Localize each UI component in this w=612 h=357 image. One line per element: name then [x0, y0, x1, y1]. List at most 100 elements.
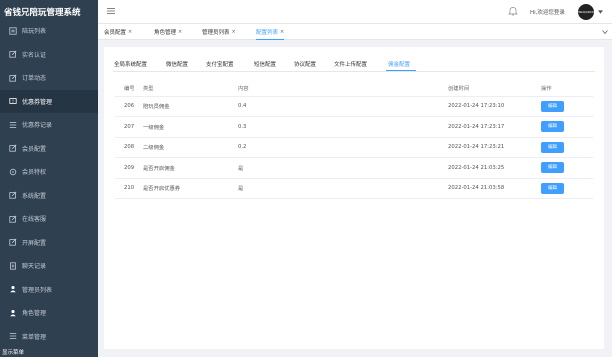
table-row: 210 是否开启优惠券 是 2022-01-24 21:03:58 编辑	[115, 178, 593, 199]
show-menu-toggle[interactable]: 显示菜单	[2, 348, 24, 356]
commission-table: 编号 类型 内容 创建时间 操作 206 陪玩员佣金 0.4 2022-01-2…	[115, 81, 593, 199]
sidebar-item-label: 系统配置	[22, 192, 47, 200]
edit-icon	[8, 238, 17, 247]
sidebar-item-label: 优惠券管理	[22, 98, 53, 106]
subtab-wechat[interactable]: 微信配置	[166, 60, 188, 68]
tab-config-list[interactable]: 配置列表 ×	[256, 24, 285, 40]
cell-content: 0.2	[238, 137, 448, 158]
edit-icon	[8, 214, 17, 223]
edit-icon	[8, 144, 17, 153]
table-header-row: 编号 类型 内容 创建时间 操作	[115, 81, 593, 97]
user-icon	[8, 285, 17, 294]
sidebar-item-label: 聊天记录	[22, 263, 47, 271]
sidebar-item-label: 陪玩列表	[22, 28, 47, 36]
avatar[interactable]: SHENGQIANXIONG	[573, 4, 599, 20]
sidebar-item-role-management[interactable]: 角色管理	[0, 301, 98, 325]
sidebar-item-label: 会员配置	[22, 145, 47, 153]
tab-label: 配置列表	[256, 29, 279, 36]
sidebar-item-member-config[interactable]: 会员配置	[0, 137, 98, 161]
header-content: 内容	[238, 81, 448, 97]
close-icon[interactable]: ×	[178, 29, 182, 35]
close-icon[interactable]: ×	[232, 29, 236, 35]
close-icon[interactable]: ×	[280, 29, 284, 35]
tab-label: 角色管理	[154, 30, 177, 36]
avatar-text: SHENGQIANXIONG	[572, 10, 600, 14]
sidebar-item-label: 角色管理	[22, 310, 47, 318]
cell-id: 209	[115, 157, 143, 179]
cell-created-time: 2022-01-24 17:23:10	[448, 96, 541, 117]
sidebar-item-companion-list[interactable]: 陪玩列表	[0, 19, 98, 43]
subtab-global[interactable]: 全局系统配置	[114, 60, 147, 68]
edit-icon	[8, 73, 17, 82]
sidebar-item-member-privilege[interactable]: 会员特权	[0, 160, 98, 184]
list-icon	[8, 26, 17, 35]
sidebar-item-order-feed[interactable]: 订单动态	[0, 66, 98, 90]
sidebar: 省钱兄陪玩管理系统 陪玩列表 实名认证 订单动态 优惠券管理 优惠券记录 会员配…	[0, 0, 98, 357]
cell-type: 陪玩员佣金	[143, 96, 238, 117]
subtab-sms[interactable]: 短信配置	[254, 60, 276, 68]
subtab-agreement[interactable]: 协议配置	[294, 60, 316, 68]
cell-action: 编辑	[541, 96, 593, 117]
sidebar-item-splash-config[interactable]: 开屏配置	[0, 231, 98, 255]
subtab-commission[interactable]: 佣金配置	[388, 60, 410, 68]
tab-label: 会员配置	[104, 30, 127, 36]
tab-member-config[interactable]: 会员配置 ×	[104, 24, 132, 40]
edit-icon	[8, 50, 17, 59]
bell-icon[interactable]	[508, 6, 518, 16]
sidebar-item-menu-management[interactable]: 菜单管理	[0, 325, 98, 349]
cell-action: 编辑	[541, 137, 593, 158]
sidebar-item-label: 实名认证	[22, 51, 47, 59]
close-icon[interactable]: ×	[128, 29, 132, 35]
sidebar-item-label: 优惠券记录	[22, 122, 53, 130]
table-row: 209 是否开启佣金 是 2022-01-24 21:03:25 编辑	[115, 157, 593, 179]
sidebar-item-coupon-records[interactable]: 优惠券记录	[0, 113, 98, 137]
sidebar-item-chat-records[interactable]: 聊天记录	[0, 254, 98, 278]
ticket-icon	[8, 97, 17, 106]
edit-button[interactable]: 编辑	[541, 162, 564, 174]
header-id: 编号	[115, 81, 143, 97]
chevron-down-icon[interactable]	[602, 29, 608, 35]
sidebar-item-coupon-management[interactable]: 优惠券管理	[0, 89, 98, 113]
subtab-upload[interactable]: 文件上传配置	[334, 60, 367, 68]
subtabs-divider	[113, 71, 595, 72]
sidebar-item-system-config[interactable]: 系统配置	[0, 184, 98, 208]
tab-admin-list[interactable]: 管理员列表 ×	[202, 24, 236, 40]
sidebar-item-admin-list[interactable]: 管理员列表	[0, 278, 98, 302]
sidebar-item-label: 开屏配置	[22, 239, 47, 247]
chevron-down-icon[interactable]	[598, 10, 603, 14]
gift-icon	[8, 167, 17, 176]
cell-type: 是否开启佣金	[143, 157, 238, 179]
edit-icon	[8, 191, 17, 200]
edit-button[interactable]: 编辑	[541, 182, 564, 194]
sidebar-item-label: 订单动态	[22, 75, 47, 83]
top-header: Hi,欢迎您登录 SHENGQIANXIONG	[98, 0, 612, 24]
cell-id: 208	[115, 137, 143, 158]
sidebar-item-real-name[interactable]: 实名认证	[0, 43, 98, 67]
sidebar-item-label: 在线客服	[22, 216, 47, 224]
header-created-time: 创建时间	[448, 81, 541, 97]
list-icon	[8, 332, 17, 341]
tab-role-management[interactable]: 角色管理 ×	[154, 24, 182, 40]
subtab-alipay[interactable]: 支付宝配置	[206, 60, 234, 68]
tabs-bar: 会员配置 × 角色管理 × 管理员列表 × 配置列表 ×	[98, 24, 612, 40]
hamburger-icon[interactable]	[107, 7, 115, 15]
cell-id: 207	[115, 116, 143, 138]
sidebar-item-online-service[interactable]: 在线客服	[0, 207, 98, 231]
tab-label: 管理员列表	[202, 30, 230, 36]
config-card: 全局系统配置 微信配置 支付宝配置 短信配置 协议配置 文件上传配置 佣金配置 …	[104, 47, 604, 349]
sidebar-item-label: 管理员列表	[22, 286, 53, 294]
welcome-text: Hi,欢迎您登录	[530, 10, 565, 16]
table-row: 206 陪玩员佣金 0.4 2022-01-24 17:23:10 编辑	[115, 96, 593, 117]
table-row: 207 一级佣金 0.3 2022-01-24 17:23:17 编辑	[115, 116, 593, 138]
edit-button[interactable]: 编辑	[541, 141, 564, 153]
cell-content: 是	[238, 157, 448, 179]
edit-button[interactable]: 编辑	[541, 121, 564, 133]
cell-created-time: 2022-01-24 17:23:17	[448, 116, 541, 138]
list-icon	[8, 120, 17, 129]
cell-created-time: 2022-01-24 17:23:21	[448, 137, 541, 158]
cell-type: 是否开启优惠券	[143, 178, 238, 199]
cell-action: 编辑	[541, 116, 593, 138]
sidebar-item-label: 会员特权	[22, 169, 47, 177]
edit-button[interactable]: 编辑	[541, 100, 564, 112]
cell-content: 0.4	[238, 96, 448, 117]
